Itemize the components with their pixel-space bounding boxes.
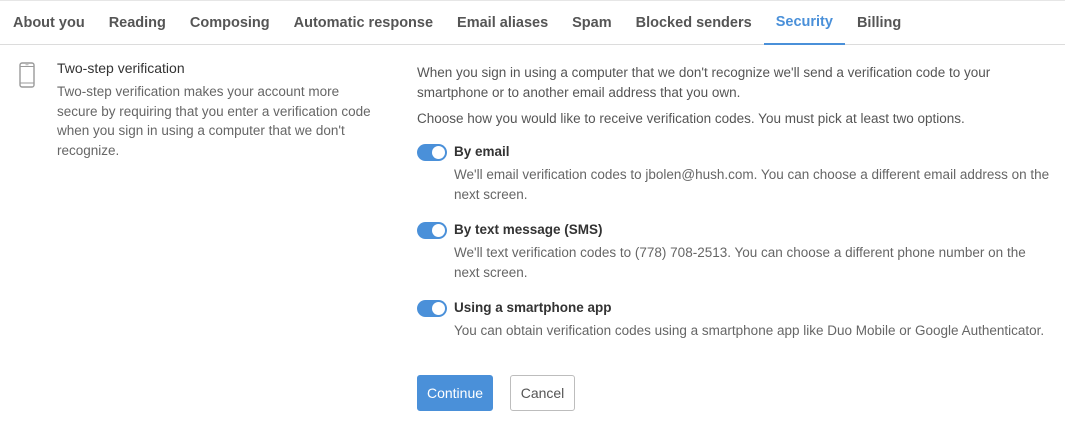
choose-instruction: Choose how you would like to receive ver… (417, 111, 965, 126)
tab-billing[interactable]: Billing (845, 1, 913, 45)
tab-spam[interactable]: Spam (560, 1, 624, 45)
option-title: By email (454, 144, 510, 159)
option-description: You can obtain verification codes using … (454, 323, 1045, 338)
tab-composing[interactable]: Composing (178, 1, 282, 45)
option-title: By text message (SMS) (454, 222, 603, 237)
toggle-knob (432, 302, 445, 315)
tab-automatic-response[interactable]: Automatic response (282, 1, 445, 45)
smartphone-icon (19, 62, 35, 93)
option-description: We'll text verification codes to (778) 7… (454, 245, 1026, 280)
option-title: Using a smartphone app (454, 300, 612, 315)
tab-reading[interactable]: Reading (97, 1, 178, 45)
section-title: Two-step verification (57, 60, 185, 76)
option-description: We'll email verification codes to jbolen… (454, 167, 1050, 202)
cancel-button[interactable]: Cancel (510, 375, 575, 411)
settings-tabs: About you Reading Composing Automatic re… (0, 0, 1065, 45)
section-sidebar: Two-step verification Two-step verificat… (0, 45, 395, 426)
section-description: Two-step verification makes your account… (57, 84, 371, 158)
continue-button[interactable]: Continue (417, 375, 493, 411)
tab-email-aliases[interactable]: Email aliases (445, 1, 560, 45)
tab-blocked-senders[interactable]: Blocked senders (624, 1, 764, 45)
toggle-knob (432, 146, 445, 159)
smartphone-app-toggle[interactable] (417, 300, 447, 317)
email-toggle[interactable] (417, 144, 447, 161)
tab-security[interactable]: Security (763, 1, 845, 45)
tab-about-you[interactable]: About you (0, 1, 97, 45)
sms-toggle[interactable] (417, 222, 447, 239)
toggle-knob (432, 224, 445, 237)
intro-text: When you sign in using a computer that w… (417, 65, 991, 100)
